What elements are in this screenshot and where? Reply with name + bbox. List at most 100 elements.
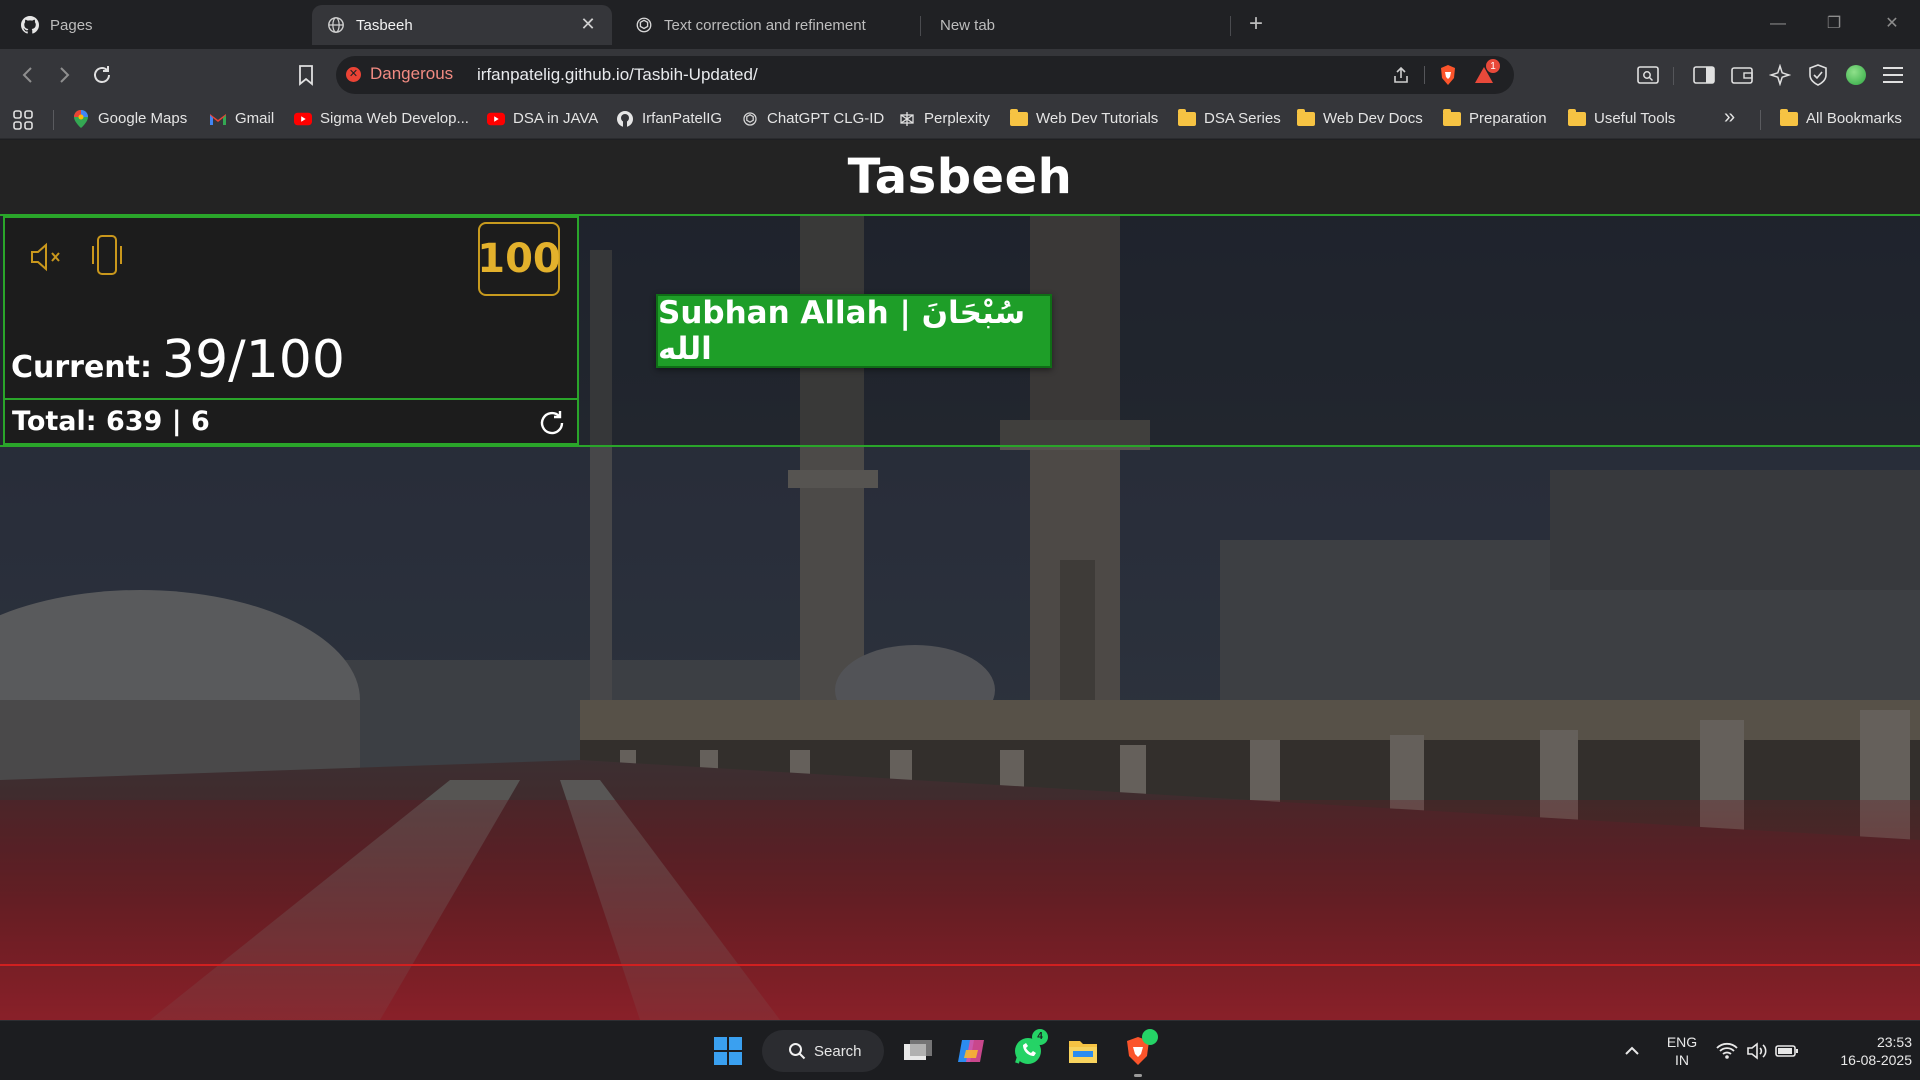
github-icon bbox=[20, 15, 40, 35]
bookmark-label: Web Dev Tutorials bbox=[1036, 110, 1159, 127]
tab-tasbeeh[interactable]: Tasbeeh ✕ bbox=[312, 5, 612, 45]
bookmark-label: Useful Tools bbox=[1594, 110, 1676, 127]
forward-arrow-icon bbox=[60, 67, 70, 83]
tab-text-correction[interactable]: Text correction and refinement bbox=[620, 5, 920, 45]
bookmark-google-maps[interactable]: Google Maps bbox=[72, 109, 188, 128]
reload-icon bbox=[94, 66, 110, 83]
tab-separator bbox=[920, 16, 921, 36]
bookmark-label: Google Maps bbox=[98, 110, 188, 127]
tab-pages[interactable]: Pages bbox=[6, 5, 306, 45]
app-header: Tasbeeh bbox=[0, 140, 1920, 214]
folder-icon bbox=[1780, 108, 1798, 127]
bookmark-label: Web Dev Docs bbox=[1323, 110, 1423, 127]
bookmark-folder-useful-tools[interactable]: Useful Tools bbox=[1568, 108, 1676, 127]
bookmark-gmail[interactable]: Gmail bbox=[209, 110, 274, 127]
reset-icon bbox=[540, 411, 564, 435]
folder-icon bbox=[1297, 108, 1315, 127]
bookmark-label: Gmail bbox=[235, 110, 275, 127]
all-bookmarks-folder[interactable]: All Bookmarks bbox=[1780, 108, 1902, 127]
current-value: 39/100 bbox=[162, 330, 345, 390]
bookmark-label: Perplexity bbox=[924, 110, 990, 127]
file-explorer-app[interactable] bbox=[1063, 1031, 1103, 1071]
youtube-icon bbox=[294, 111, 312, 127]
bookmark-separator bbox=[53, 110, 54, 130]
task-view-button[interactable] bbox=[898, 1031, 938, 1071]
profile-avatar[interactable] bbox=[1843, 62, 1869, 88]
chatgpt-icon bbox=[634, 15, 654, 35]
reload-button[interactable] bbox=[88, 61, 116, 89]
bookmark-label: Preparation bbox=[1469, 110, 1547, 127]
perplexity-icon bbox=[898, 111, 916, 127]
bookmark-chatgpt[interactable]: ChatGPT CLG-ID bbox=[741, 110, 884, 127]
brave-shields-icon[interactable] bbox=[1437, 64, 1459, 86]
page-viewport: Tasbeeh 100 Current: 39/100 Total: 639 |… bbox=[0, 140, 1920, 1020]
mute-sound-button[interactable] bbox=[23, 234, 69, 280]
volume-icon[interactable] bbox=[1740, 1031, 1774, 1071]
bookmark-label: IrfanPatelIG bbox=[642, 110, 723, 127]
folder-icon bbox=[1568, 108, 1586, 127]
forward-button[interactable] bbox=[50, 61, 78, 89]
clock[interactable]: 23:53 16-08-2025 bbox=[1812, 1033, 1912, 1069]
vibration-toggle-button[interactable] bbox=[84, 232, 130, 278]
bookmark-folder-web-dev-tutorials[interactable]: Web Dev Tutorials bbox=[1010, 108, 1159, 127]
menu-icon[interactable] bbox=[1880, 62, 1906, 88]
speaker-muted-icon bbox=[31, 242, 60, 272]
bookmark-irfanpatelig[interactable]: IrfanPatelIG bbox=[616, 110, 722, 127]
brave-browser-app[interactable] bbox=[1118, 1029, 1158, 1077]
reset-button[interactable] bbox=[535, 406, 569, 440]
wifi-icon[interactable] bbox=[1710, 1031, 1744, 1071]
bookmark-separator bbox=[1760, 110, 1761, 130]
new-tab-button[interactable]: + bbox=[1244, 12, 1268, 36]
restore-button[interactable]: ❐ bbox=[1814, 10, 1854, 38]
youtube-icon bbox=[487, 111, 505, 127]
close-window-button[interactable]: ✕ bbox=[1872, 10, 1912, 38]
copilot-app[interactable] bbox=[952, 1031, 992, 1071]
battery-icon[interactable] bbox=[1770, 1031, 1804, 1071]
security-label: Dangerous bbox=[370, 64, 454, 83]
bookmark-button[interactable] bbox=[292, 61, 320, 89]
total-count: Total: 639 | 6 bbox=[12, 406, 210, 437]
taskbar-search[interactable]: Search bbox=[762, 1030, 884, 1072]
clock-time: 23:53 bbox=[1876, 1034, 1912, 1050]
address-bar[interactable]: ✕ Dangerous irfanpatelig.github.io/Tasbi… bbox=[336, 56, 1514, 94]
dhikr-count-button[interactable]: Subhan Allah | سُبْحَانَ الله bbox=[656, 294, 1052, 368]
minimize-button[interactable]: — bbox=[1758, 10, 1798, 38]
file-explorer-icon bbox=[1069, 1041, 1097, 1063]
tab-title: Pages bbox=[50, 16, 93, 34]
apps-grid-icon[interactable] bbox=[12, 109, 34, 131]
vpn-shield-icon[interactable] bbox=[1805, 62, 1831, 88]
bookmark-sigma-web-dev[interactable]: Sigma Web Develop... bbox=[294, 110, 469, 127]
current-label: Current: bbox=[11, 350, 153, 385]
input-language-indicator[interactable]: ENG IN bbox=[1660, 1033, 1704, 1069]
leo-ai-icon[interactable] bbox=[1767, 62, 1793, 88]
target-count-box[interactable]: 100 bbox=[477, 222, 561, 296]
security-warning[interactable]: ✕ Dangerous bbox=[346, 64, 453, 84]
google-maps-icon bbox=[72, 109, 90, 128]
more-bookmarks-button[interactable]: » bbox=[1724, 106, 1735, 129]
brave-rewards-icon[interactable]: 1 bbox=[1473, 58, 1501, 86]
notification-badge: 1 bbox=[1485, 58, 1501, 74]
tab-title: Text correction and refinement bbox=[664, 16, 866, 34]
windows-logo-icon bbox=[714, 1037, 742, 1065]
url-text[interactable]: irfanpatelig.github.io/Tasbih-Updated/ bbox=[477, 65, 758, 85]
wallet-icon[interactable] bbox=[1729, 62, 1755, 88]
show-hidden-icons-button[interactable] bbox=[1614, 1031, 1650, 1071]
share-icon[interactable] bbox=[1390, 64, 1412, 86]
region-code: IN bbox=[1675, 1052, 1689, 1068]
whatsapp-app[interactable]: 4 bbox=[1008, 1029, 1048, 1071]
back-button[interactable] bbox=[14, 61, 42, 89]
bookmark-dsa-java[interactable]: DSA in JAVA bbox=[487, 110, 598, 127]
sidebar-toggle-icon[interactable] bbox=[1691, 62, 1717, 88]
page-search-icon[interactable] bbox=[1635, 62, 1661, 88]
bookmark-folder-dsa-series[interactable]: DSA Series bbox=[1178, 108, 1281, 127]
bookmark-perplexity[interactable]: Perplexity bbox=[898, 110, 990, 127]
current-count: Current: 39/100 bbox=[11, 330, 345, 390]
windows-start-button[interactable] bbox=[708, 1031, 748, 1071]
tab-new-tab[interactable]: New tab bbox=[926, 5, 1226, 45]
globe-icon bbox=[326, 15, 346, 35]
windows-taskbar: Search 4 ENG IN 23:53 16-08-2025 bbox=[0, 1020, 1920, 1080]
vibrate-phone-icon bbox=[92, 235, 122, 275]
bookmark-folder-preparation[interactable]: Preparation bbox=[1443, 108, 1547, 127]
bookmark-folder-web-dev-docs[interactable]: Web Dev Docs bbox=[1297, 108, 1423, 127]
close-tab-icon[interactable]: ✕ bbox=[578, 14, 598, 34]
